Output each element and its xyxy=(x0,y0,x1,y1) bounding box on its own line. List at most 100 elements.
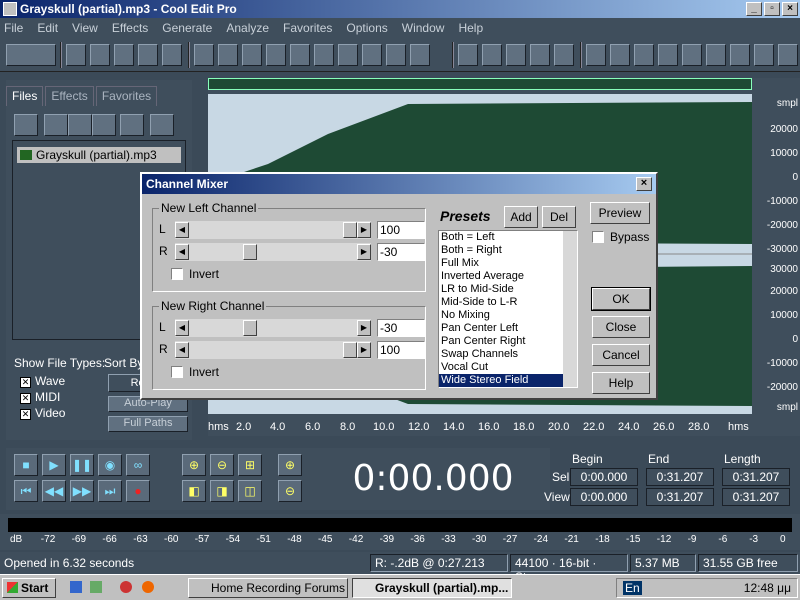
channel-icon[interactable] xyxy=(554,44,574,66)
preset-item[interactable]: Both = Left xyxy=(439,231,577,244)
spectral-view-icon[interactable] xyxy=(506,44,526,66)
right-R-slider[interactable]: ◀ ▶ xyxy=(175,341,371,359)
marker-icon[interactable] xyxy=(482,44,502,66)
snap-icon[interactable] xyxy=(730,44,750,66)
undo-icon[interactable] xyxy=(194,44,214,66)
view-end-field[interactable]: 0:31.207 xyxy=(646,488,714,506)
arrow-right-icon[interactable]: ▶ xyxy=(357,222,371,238)
arrow-left-icon[interactable]: ◀ xyxy=(175,244,189,260)
repeat-icon[interactable] xyxy=(242,44,262,66)
pause-icon[interactable]: ❚❚ xyxy=(70,454,94,476)
paste-new-icon[interactable] xyxy=(362,44,382,66)
minimize-button[interactable]: _ xyxy=(746,2,762,16)
open-file-icon[interactable] xyxy=(90,44,110,66)
insert-icon[interactable] xyxy=(92,114,116,136)
preview-button[interactable]: Preview xyxy=(590,202,650,224)
menu-help[interactable]: Help xyxy=(458,21,483,35)
ok-button[interactable]: OK xyxy=(591,287,651,311)
zoom-left-icon[interactable]: ◧ xyxy=(182,480,206,502)
grid-icon[interactable] xyxy=(530,44,550,66)
taskbar-forum-window[interactable]: Home Recording Forums - ... xyxy=(188,578,348,598)
zoom-selection-icon[interactable]: ◫ xyxy=(238,480,262,502)
preset-list[interactable]: Both = Left Both = Right Full Mix Inverted … xyxy=(438,230,578,388)
menu-window[interactable]: Window xyxy=(402,21,445,35)
arrow-right-icon[interactable]: ▶ xyxy=(357,342,371,358)
menu-analyze[interactable]: Analyze xyxy=(226,21,269,35)
slider-thumb[interactable] xyxy=(242,320,257,336)
help-icon[interactable] xyxy=(150,114,174,136)
preset-scrollbar[interactable] xyxy=(563,231,577,387)
left-R-slider[interactable]: ◀ ▶ xyxy=(175,243,371,261)
sel-length-field[interactable]: 0:31.207 xyxy=(722,468,790,486)
save-as-icon[interactable] xyxy=(138,44,158,66)
tab-files[interactable]: Files xyxy=(6,86,44,106)
tab-effects[interactable]: Effects xyxy=(45,86,94,106)
preroll-icon[interactable] xyxy=(658,44,678,66)
trim-icon[interactable] xyxy=(410,44,430,66)
sample-rate-icon[interactable] xyxy=(706,44,726,66)
zoom-out-vertical-icon[interactable]: ⊖ xyxy=(278,480,302,502)
add-preset-button[interactable]: Add xyxy=(504,206,538,228)
menu-options[interactable]: Options xyxy=(346,21,387,35)
new-file-icon[interactable] xyxy=(66,44,86,66)
zoom-in-icon[interactable]: ⊕ xyxy=(182,454,206,476)
tab-favorites[interactable]: Favorites xyxy=(95,86,158,106)
full-paths-button[interactable]: Full Paths xyxy=(108,416,188,432)
dialog-close-button[interactable]: × xyxy=(636,177,652,191)
right-L-value[interactable]: -30 xyxy=(377,319,425,337)
type-midi[interactable]: ✕ MIDI xyxy=(20,390,60,404)
menu-favorites[interactable]: Favorites xyxy=(283,21,332,35)
left-invert-checkbox[interactable]: Invert xyxy=(171,267,219,281)
open-folder-icon[interactable] xyxy=(14,114,38,136)
arrow-left-icon[interactable]: ◀ xyxy=(175,342,189,358)
play-list-icon[interactable] xyxy=(610,44,630,66)
preset-item[interactable]: LR to Mid-Side xyxy=(439,283,577,296)
right-L-slider[interactable]: ◀ ▶ xyxy=(175,319,371,337)
slider-thumb[interactable] xyxy=(343,222,357,238)
preset-item[interactable]: Vocal Cut xyxy=(439,361,577,374)
zoom-full-icon[interactable]: ⊞ xyxy=(238,454,262,476)
edit-file-icon[interactable] xyxy=(120,114,144,136)
view-begin-field[interactable]: 0:00.000 xyxy=(570,488,638,506)
zoom-right-icon[interactable]: ◨ xyxy=(210,480,234,502)
close-button[interactable]: × xyxy=(782,2,798,16)
record-icon[interactable]: ● xyxy=(126,480,150,502)
preset-item[interactable]: Pan Center Right xyxy=(439,335,577,348)
arrow-right-icon[interactable]: ▶ xyxy=(357,320,371,336)
right-R-value[interactable]: 100 xyxy=(377,341,425,359)
import-icon[interactable] xyxy=(44,114,68,136)
play-to-end-icon[interactable]: ◉ xyxy=(98,454,122,476)
delete-preset-button[interactable]: Del xyxy=(542,206,576,228)
rewind-icon[interactable]: ◀◀ xyxy=(42,480,66,502)
cue-list-icon[interactable] xyxy=(586,44,606,66)
preset-item[interactable]: No Mixing xyxy=(439,309,577,322)
loop-icon[interactable]: ∞ xyxy=(126,454,150,476)
menu-generate[interactable]: Generate xyxy=(162,21,212,35)
redo-icon[interactable] xyxy=(218,44,238,66)
cancel-button[interactable]: Cancel xyxy=(592,344,650,366)
preset-item[interactable]: Full Mix xyxy=(439,257,577,270)
fast-forward-icon[interactable]: ▶▶ xyxy=(70,480,94,502)
go-to-start-icon[interactable]: ⏮ xyxy=(14,480,38,502)
stop-icon[interactable]: ■ xyxy=(14,454,38,476)
left-R-value[interactable]: -30 xyxy=(377,243,425,261)
type-video[interactable]: ✕ Video xyxy=(20,406,65,420)
close-file-icon[interactable] xyxy=(68,114,92,136)
envelope-icon[interactable] xyxy=(458,44,478,66)
overview-bar[interactable] xyxy=(208,78,752,90)
bypass-checkbox[interactable]: Bypass xyxy=(592,230,649,244)
sel-begin-field[interactable]: 0:00.000 xyxy=(570,468,638,486)
left-L-value[interactable]: 100 xyxy=(377,221,425,239)
type-wave[interactable]: ✕ Wave xyxy=(20,374,65,388)
left-L-slider[interactable]: ◀ ▶ xyxy=(175,221,371,239)
batch-icon[interactable] xyxy=(162,44,182,66)
time-format-icon[interactable] xyxy=(682,44,702,66)
arrow-right-icon[interactable]: ▶ xyxy=(357,244,371,260)
sel-end-field[interactable]: 0:31.207 xyxy=(646,468,714,486)
menu-effects[interactable]: Effects xyxy=(112,21,148,35)
crop-icon[interactable] xyxy=(266,44,286,66)
quicklaunch-desktop-icon[interactable] xyxy=(90,581,102,593)
zoom-in-vertical-icon[interactable]: ⊕ xyxy=(278,454,302,476)
cut-icon[interactable] xyxy=(314,44,334,66)
taskbar-cooledit-window[interactable]: Grayskull (partial).mp... xyxy=(352,578,512,598)
